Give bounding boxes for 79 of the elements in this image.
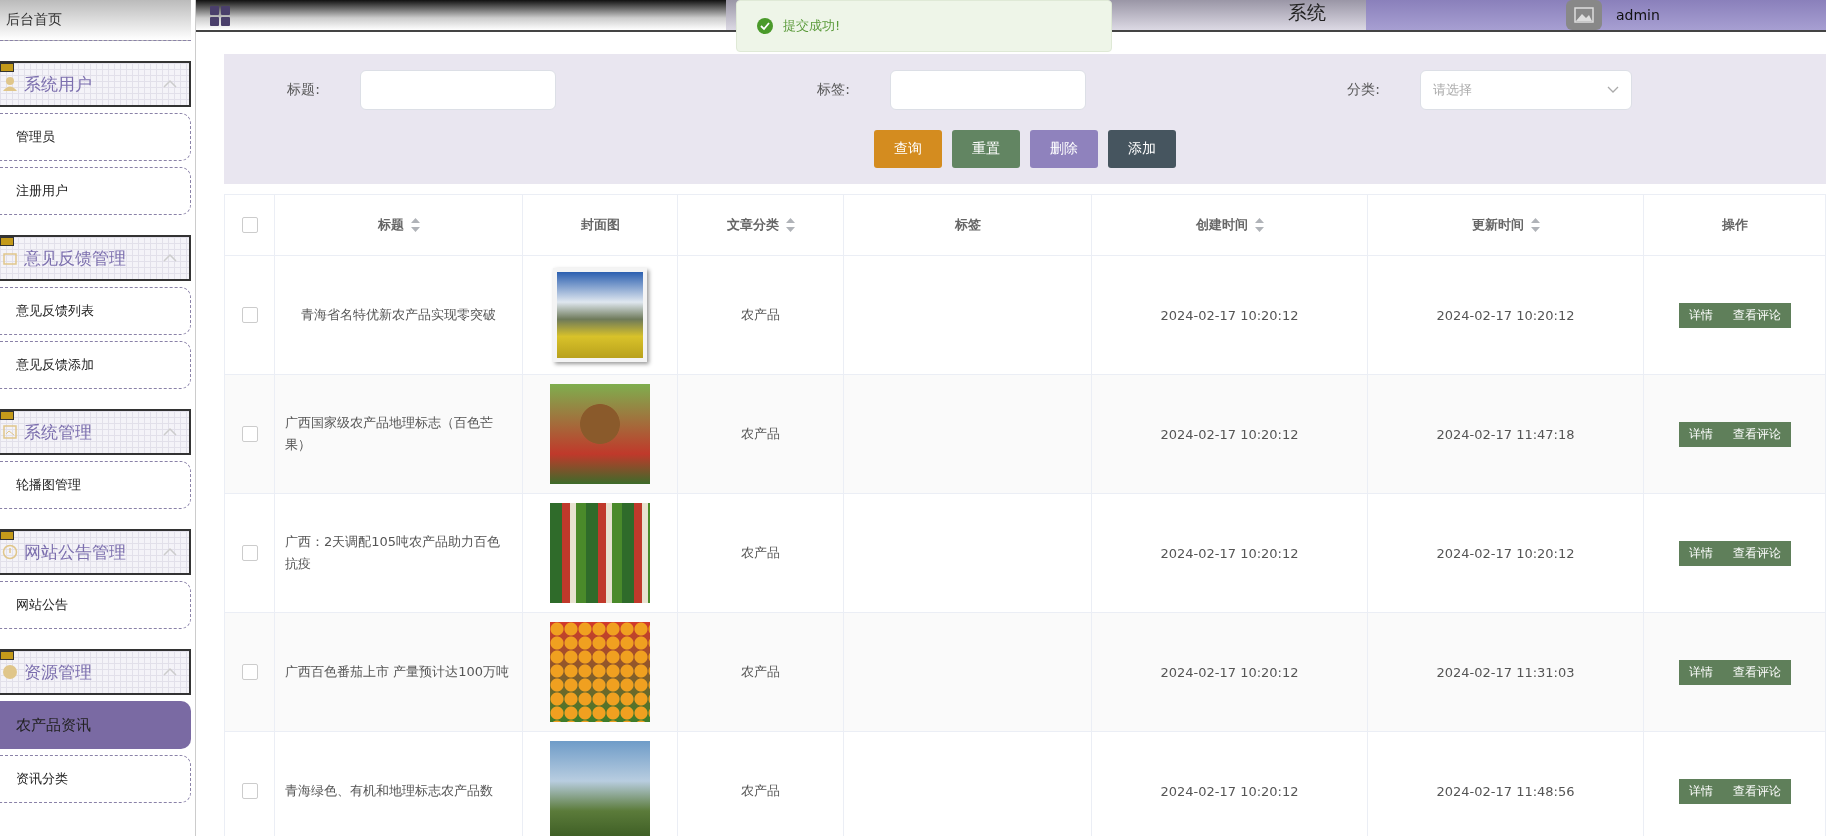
select-all-checkbox[interactable] (241, 217, 258, 234)
tape-icon (0, 531, 14, 540)
menu-group-icon (2, 424, 18, 440)
action-button[interactable]: 添加 (1108, 130, 1176, 168)
system-title: 系统 (1288, 0, 1326, 25)
row-checkbox[interactable] (241, 545, 258, 562)
updated-time: 2024-02-17 10:20:12 (1436, 545, 1575, 561)
updated-time: 2024-02-17 10:20:12 (1436, 307, 1575, 323)
article-title: 广西：2天调配105吨农产品助力百色抗疫 (285, 534, 501, 571)
category-cell: 农产品 (741, 545, 780, 560)
article-title: 青海绿色、有机和地理标志农产品数 (285, 783, 493, 798)
article-title: 广西国家级农产品地理标志（百色芒果） (285, 415, 493, 452)
column-header[interactable]: 更新时间 (1471, 217, 1540, 232)
tape-icon (0, 63, 14, 72)
created-time: 2024-02-17 10:20:12 (1160, 783, 1299, 799)
chevron-icon (163, 427, 177, 437)
menu-item[interactable]: 轮播图管理 (0, 461, 191, 509)
menu-item[interactable]: 意见反馈添加 (0, 341, 191, 389)
menu-item[interactable]: 网站公告 (0, 581, 191, 629)
menu-group-header[interactable]: 网站公告管理 (0, 529, 191, 575)
menu-group-icon (2, 76, 18, 92)
created-time: 2024-02-17 10:20:12 (1160, 307, 1299, 323)
category-select[interactable]: 请选择 (1420, 70, 1632, 110)
menu-icon[interactable] (210, 6, 230, 26)
check-circle-icon (757, 18, 773, 34)
category-cell: 农产品 (741, 783, 780, 798)
created-time: 2024-02-17 10:20:12 (1160, 426, 1299, 442)
category-cell: 农产品 (741, 664, 780, 679)
action-button[interactable]: 删除 (1030, 130, 1098, 168)
chevron-icon (163, 79, 177, 89)
updated-time: 2024-02-17 11:48:56 (1436, 783, 1575, 799)
row-checkbox[interactable] (241, 783, 258, 800)
column-header[interactable]: 标题 (377, 217, 420, 232)
field-label: 分类: (1346, 81, 1381, 99)
column-header[interactable]: 创建时间 (1195, 217, 1264, 232)
menu-group-icon (2, 664, 18, 680)
created-time: 2024-02-17 10:20:12 (1160, 545, 1299, 561)
menu-group-header[interactable]: 资源管理 (0, 649, 191, 695)
row-checkbox[interactable] (241, 426, 258, 443)
menu-group-icon (2, 250, 18, 266)
home-menu-item[interactable]: 后台首页 (0, 0, 191, 41)
menu-item[interactable]: 意见反馈列表 (0, 287, 191, 335)
menu-group-header[interactable]: 系统管理 (0, 409, 191, 455)
chevron-icon (163, 547, 177, 557)
category-cell: 农产品 (741, 426, 780, 441)
chevron-icon (163, 667, 177, 677)
updated-time: 2024-02-17 11:31:03 (1436, 664, 1575, 680)
row-checkbox[interactable] (241, 664, 258, 681)
menu-group-header[interactable]: 系统用户 (0, 61, 191, 107)
action-button[interactable]: 查询 (874, 130, 942, 168)
article-title: 青海省名特优新农产品实现零突破 (301, 307, 496, 322)
category-cell: 农产品 (741, 307, 780, 322)
menu-item[interactable]: 注册用户 (0, 167, 191, 215)
avatar-icon[interactable] (1566, 0, 1602, 30)
action-button[interactable]: 重置 (952, 130, 1020, 168)
field-label: 标题: (286, 81, 321, 99)
column-header[interactable]: 文章分类 (726, 217, 795, 232)
menu-item[interactable]: 农产品资讯 (0, 701, 191, 749)
menu-group-icon (2, 544, 18, 560)
created-time: 2024-02-17 10:20:12 (1160, 664, 1299, 680)
menu-group-header[interactable]: 意见反馈管理 (0, 235, 191, 281)
menu-item[interactable]: 管理员 (0, 113, 191, 161)
chevron-down-icon (1607, 86, 1619, 94)
input-field[interactable] (360, 70, 556, 110)
column-header: 操作 (1721, 217, 1748, 232)
updated-time: 2024-02-17 11:47:18 (1436, 426, 1575, 442)
article-title: 广西百色番茄上市 产量预计达100万吨 (285, 664, 509, 679)
menu-item[interactable]: 资讯分类 (0, 755, 191, 803)
tape-icon (0, 237, 14, 246)
field-label: 标签: (816, 81, 851, 99)
column-header: 标签 (954, 217, 981, 232)
toast-message: 提交成功! (783, 17, 841, 35)
tape-icon (0, 651, 14, 660)
tape-icon (0, 411, 14, 420)
input-field[interactable] (890, 70, 1086, 110)
chevron-icon (163, 253, 177, 263)
row-checkbox[interactable] (241, 307, 258, 324)
username[interactable]: admin (1616, 7, 1660, 23)
column-header: 封面图 (580, 217, 620, 232)
